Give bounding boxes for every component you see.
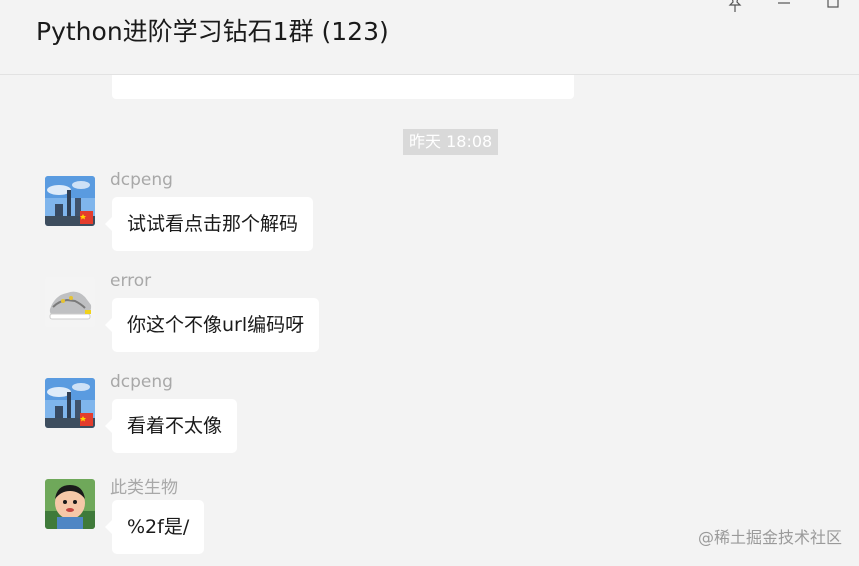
avatar[interactable] bbox=[45, 277, 95, 327]
avatar[interactable] bbox=[45, 176, 95, 226]
avatar[interactable] bbox=[45, 378, 95, 428]
message-item: error 你这个不像url编码呀 bbox=[45, 271, 645, 367]
chat-title: Python进阶学习钻石1群 (123) bbox=[36, 17, 389, 46]
message-item: 此类生物 %2f是/ bbox=[45, 478, 645, 566]
message-bubble[interactable]: 看着不太像 bbox=[104, 399, 238, 453]
title-bar: Python进阶学习钻石1群 (123) bbox=[0, 0, 859, 75]
minimize-icon[interactable] bbox=[774, 0, 794, 14]
sender-name[interactable]: error bbox=[110, 271, 151, 291]
sender-name[interactable]: dcpeng bbox=[110, 170, 173, 190]
avatar[interactable] bbox=[45, 479, 95, 529]
watermark: @稀土掘金技术社区 bbox=[697, 528, 842, 547]
sender-name[interactable]: 此类生物 bbox=[110, 473, 178, 498]
chat-message-area[interactable]: … 昨天 18:08 dcpeng 试试看点击那个解码 bbox=[0, 75, 859, 566]
pin-icon[interactable] bbox=[725, 0, 745, 14]
timestamp-divider: 昨天 18:08 bbox=[403, 129, 499, 155]
sender-name[interactable]: dcpeng bbox=[110, 372, 173, 392]
message-bubble[interactable]: %2f是/ bbox=[104, 500, 205, 554]
message-item: dcpeng 看着不太像 bbox=[45, 372, 645, 468]
message-item: dcpeng 试试看点击那个解码 bbox=[45, 170, 645, 266]
maximize-icon[interactable] bbox=[823, 0, 843, 14]
partial-message-bubble[interactable]: … bbox=[112, 75, 574, 99]
message-bubble[interactable]: 试试看点击那个解码 bbox=[104, 197, 314, 251]
message-bubble[interactable]: 你这个不像url编码呀 bbox=[104, 298, 320, 352]
